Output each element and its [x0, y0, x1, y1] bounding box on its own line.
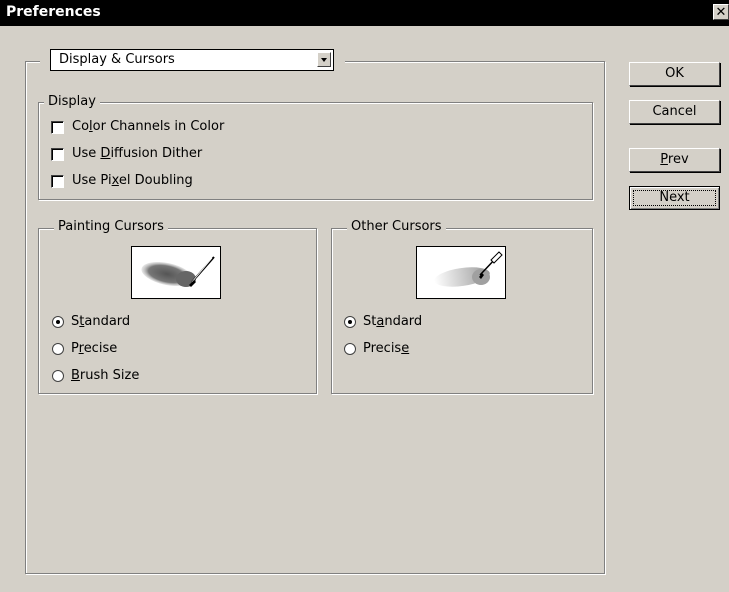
- display-group-title: Display: [44, 94, 100, 109]
- other-precise-label: Precise: [363, 341, 410, 356]
- diffusion-dither-label: Use Diffusion Dither: [72, 146, 203, 161]
- close-icon[interactable]: ✕: [713, 4, 729, 20]
- other-standard-label: Standard: [363, 314, 423, 329]
- title-bar: Preferences ✕: [0, 0, 729, 26]
- window-title: Preferences: [6, 4, 101, 20]
- painting-cursor-preview: [131, 246, 221, 299]
- pixel-doubling-checkbox[interactable]: [51, 175, 64, 188]
- section-dropdown-value: Display & Cursors: [59, 52, 175, 67]
- color-channels-checkbox[interactable]: [51, 121, 64, 134]
- painting-precise-label: Precise: [71, 341, 118, 356]
- ok-button-label: OK: [665, 66, 684, 81]
- painting-precise-radio[interactable]: [52, 343, 64, 355]
- cancel-button[interactable]: Cancel: [629, 100, 720, 124]
- next-button-label: Next: [659, 190, 690, 205]
- prev-button[interactable]: Prev: [629, 148, 720, 172]
- color-channels-label: Color Channels in Color: [72, 119, 225, 134]
- next-button[interactable]: Next: [629, 186, 720, 210]
- chevron-down-icon[interactable]: [317, 52, 331, 67]
- painting-cursors-title: Painting Cursors: [54, 219, 168, 234]
- other-precise-radio[interactable]: [344, 343, 356, 355]
- painting-brush-size-radio[interactable]: [52, 370, 64, 382]
- painting-standard-radio[interactable]: [52, 316, 64, 328]
- prev-button-label: Prev: [660, 152, 689, 167]
- diffusion-dither-checkbox[interactable]: [51, 148, 64, 161]
- other-cursors-title: Other Cursors: [347, 219, 446, 234]
- other-cursor-preview: [416, 246, 506, 299]
- cancel-button-label: Cancel: [652, 104, 697, 119]
- painting-brush-size-label: Brush Size: [71, 368, 140, 383]
- ok-button[interactable]: OK: [629, 62, 720, 86]
- other-standard-radio[interactable]: [344, 316, 356, 328]
- painting-standard-label: Standard: [71, 314, 131, 329]
- pixel-doubling-label: Use Pixel Doubling: [72, 173, 193, 188]
- eyedropper-icon: [434, 251, 503, 287]
- brush-icon: [141, 256, 215, 287]
- section-dropdown[interactable]: Display & Cursors: [50, 49, 334, 71]
